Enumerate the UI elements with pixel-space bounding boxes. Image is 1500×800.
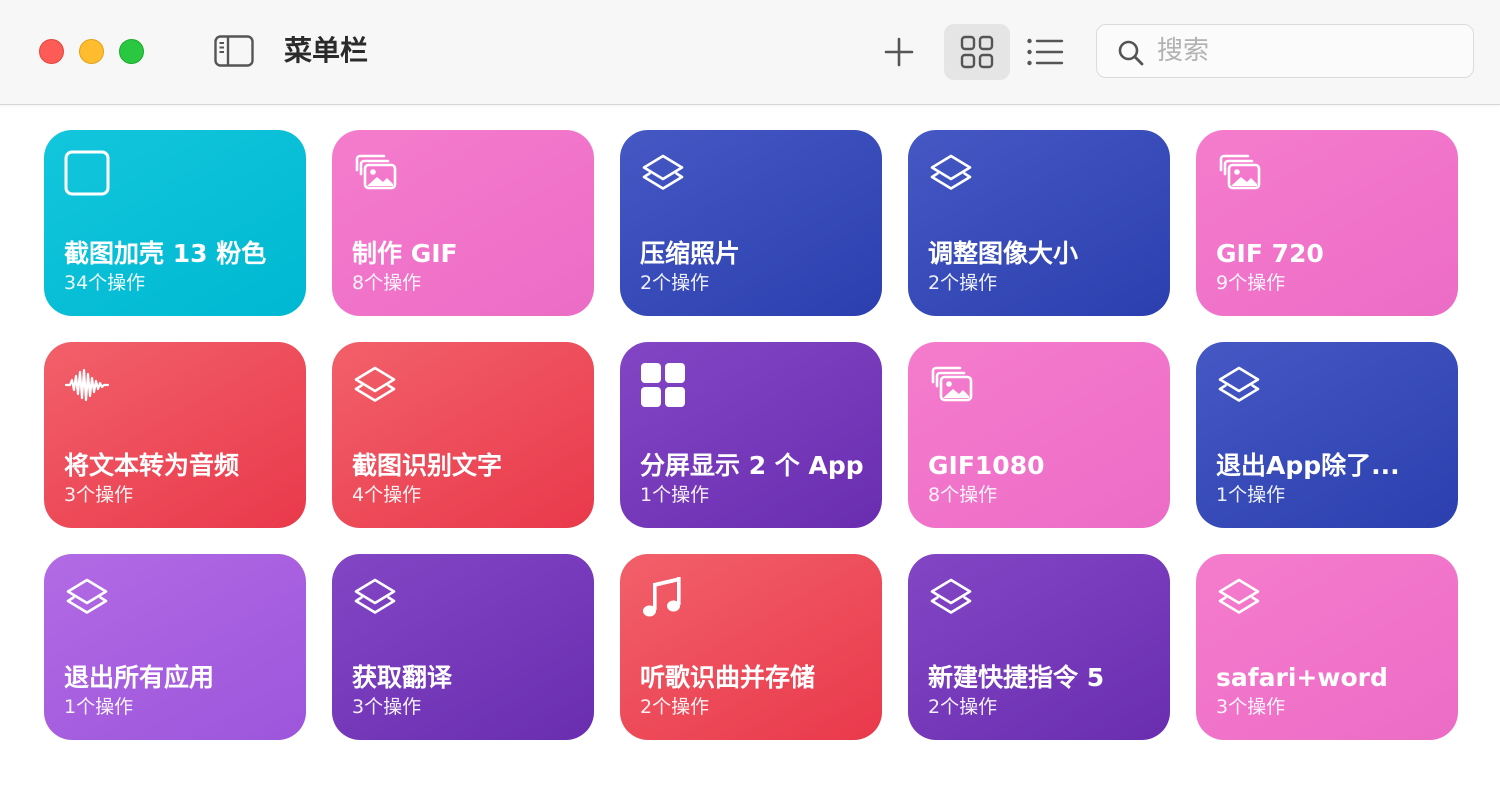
shortcut-title: 退出所有应用 <box>64 663 215 692</box>
shortcut-card[interactable]: 新建快捷指令 5 2个操作 <box>908 554 1170 740</box>
shortcut-action-count: 3个操作 <box>1216 696 1286 718</box>
search-input[interactable] <box>1157 33 1457 69</box>
sidebar-toggle-icon <box>214 35 254 67</box>
shortcut-title: 截图加壳 13 粉色 <box>64 239 267 268</box>
shortcut-title: safari+word <box>1216 663 1388 692</box>
toolbar: 菜单栏 <box>0 0 1500 105</box>
layers-icon <box>928 150 974 196</box>
shortcut-title: 调整图像大小 <box>928 239 1079 268</box>
shortcut-action-count: 3个操作 <box>352 696 422 718</box>
shortcut-card[interactable]: GIF1080 8个操作 <box>908 342 1170 528</box>
shortcut-action-count: 2个操作 <box>640 696 710 718</box>
photos-icon <box>1216 150 1262 196</box>
shortcut-title: 听歌识曲并存储 <box>640 663 816 692</box>
plus-icon <box>884 37 914 67</box>
shortcut-title: 退出App除了... <box>1216 451 1400 480</box>
layers-icon <box>352 574 398 620</box>
square-icon <box>64 150 110 196</box>
shortcut-card[interactable]: safari+word 3个操作 <box>1196 554 1458 740</box>
shortcut-title: GIF1080 <box>928 451 1045 480</box>
photos-icon <box>928 362 974 408</box>
shortcut-card[interactable]: 听歌识曲并存储 2个操作 <box>620 554 882 740</box>
layers-icon <box>352 362 398 408</box>
shortcut-card[interactable]: 获取翻译 3个操作 <box>332 554 594 740</box>
grid-squares-icon <box>640 362 686 408</box>
music-note-icon <box>640 574 686 620</box>
grid-view-button[interactable] <box>944 24 1010 80</box>
shortcuts-window: 菜单栏 搜索 截图加壳 13 粉色 34个操作 制作 GIF 8个操作 压缩照片… <box>0 0 1500 800</box>
shortcut-title: 将文本转为音频 <box>64 451 240 480</box>
shortcut-card[interactable]: 分屏显示 2 个 App 1个操作 <box>620 342 882 528</box>
shortcut-title: 截图识别文字 <box>352 451 503 480</box>
shortcut-action-count: 9个操作 <box>1216 272 1286 294</box>
shortcut-action-count: 8个操作 <box>928 484 998 506</box>
shortcut-action-count: 1个操作 <box>64 696 134 718</box>
shortcut-action-count: 34个操作 <box>64 272 146 294</box>
shortcut-action-count: 2个操作 <box>928 696 998 718</box>
shortcut-grid: 截图加壳 13 粉色 34个操作 制作 GIF 8个操作 压缩照片 2个操作 调整图像… <box>44 130 1458 740</box>
shortcut-title: 分屏显示 2 个 App <box>640 451 864 480</box>
shortcut-card[interactable]: 退出所有应用 1个操作 <box>44 554 306 740</box>
shortcut-card[interactable]: 将文本转为音频 3个操作 <box>44 342 306 528</box>
close-window-button[interactable] <box>39 39 64 64</box>
shortcut-title: 制作 GIF <box>352 239 458 268</box>
shortcut-action-count: 2个操作 <box>640 272 710 294</box>
waveform-icon <box>64 362 110 408</box>
list-view-button[interactable] <box>1012 24 1078 80</box>
shortcut-action-count: 1个操作 <box>640 484 710 506</box>
shortcut-title: 新建快捷指令 5 <box>928 663 1105 692</box>
shortcut-title: 获取翻译 <box>352 663 453 692</box>
shortcut-action-count: 3个操作 <box>64 484 134 506</box>
shortcut-action-count: 8个操作 <box>352 272 422 294</box>
sidebar-toggle-button[interactable] <box>214 35 254 67</box>
shortcut-action-count: 2个操作 <box>928 272 998 294</box>
layers-icon <box>1216 574 1262 620</box>
shortcut-card[interactable]: GIF 720 9个操作 <box>1196 130 1458 316</box>
shortcut-action-count: 4个操作 <box>352 484 422 506</box>
shortcut-card[interactable]: 截图识别文字 4个操作 <box>332 342 594 528</box>
window-title: 菜单栏 <box>284 34 369 67</box>
zoom-window-button[interactable] <box>119 39 144 64</box>
shortcut-title: GIF 720 <box>1216 239 1324 268</box>
layers-icon <box>928 574 974 620</box>
list-view-icon <box>1027 38 1064 66</box>
grid-view-icon <box>960 35 994 69</box>
minimize-window-button[interactable] <box>79 39 104 64</box>
shortcut-card[interactable]: 制作 GIF 8个操作 <box>332 130 594 316</box>
layers-icon <box>64 574 110 620</box>
search-field[interactable] <box>1096 24 1474 78</box>
search-icon <box>1118 40 1144 66</box>
shortcut-card[interactable]: 截图加壳 13 粉色 34个操作 <box>44 130 306 316</box>
shortcut-card[interactable]: 压缩照片 2个操作 <box>620 130 882 316</box>
layers-icon <box>1216 362 1262 408</box>
shortcut-card[interactable]: 退出App除了... 1个操作 <box>1196 342 1458 528</box>
photos-icon <box>352 150 398 196</box>
shortcut-title: 压缩照片 <box>640 239 741 268</box>
add-shortcut-button[interactable] <box>866 24 932 80</box>
layers-icon <box>640 150 686 196</box>
shortcut-card[interactable]: 调整图像大小 2个操作 <box>908 130 1170 316</box>
shortcut-action-count: 1个操作 <box>1216 484 1286 506</box>
